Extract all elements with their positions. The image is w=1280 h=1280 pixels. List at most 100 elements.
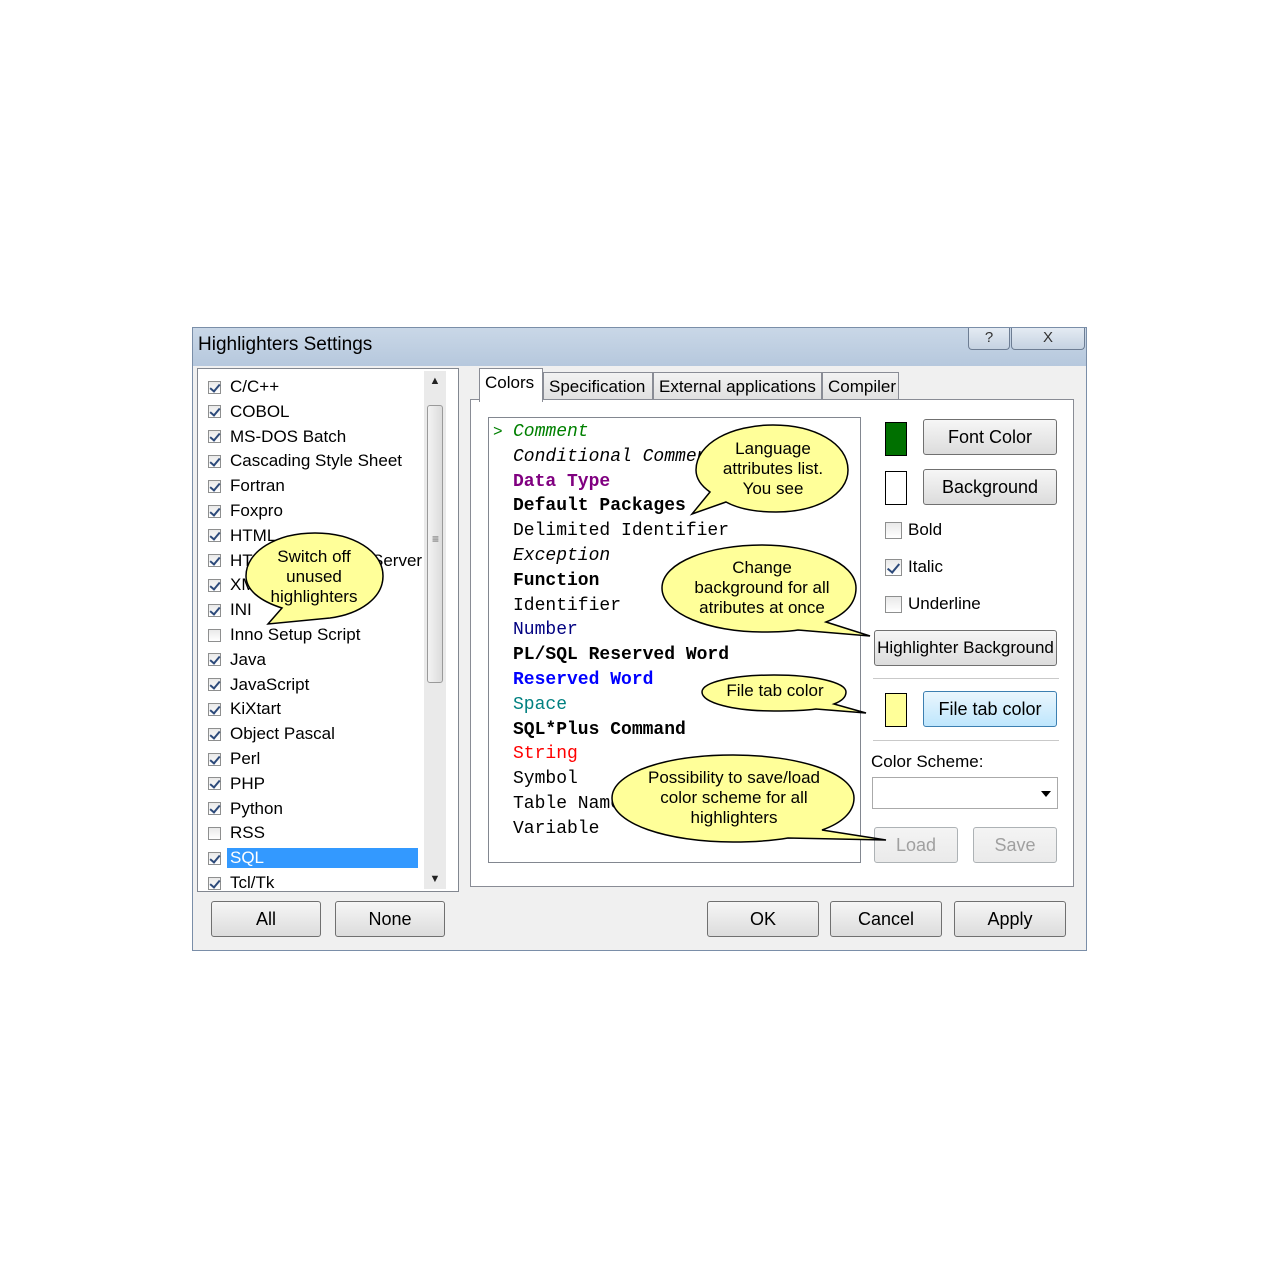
language-checkbox[interactable] (208, 529, 221, 543)
underline-checkbox[interactable]: Underline (885, 594, 981, 614)
close-button[interactable]: X (1011, 328, 1085, 350)
language-checkbox[interactable] (208, 454, 221, 468)
attribute-item[interactable]: SQL*Plus Command (513, 720, 686, 740)
language-checkbox[interactable] (208, 826, 221, 840)
language-item[interactable]: Object Pascal (208, 722, 338, 746)
language-checkbox[interactable] (208, 653, 221, 667)
language-item[interactable]: RSS (208, 821, 268, 845)
language-checkbox[interactable] (208, 851, 221, 865)
language-checkbox[interactable] (208, 603, 221, 617)
tab-compiler[interactable]: Compiler (822, 372, 899, 400)
language-checkbox[interactable] (208, 554, 221, 568)
language-checkbox[interactable] (208, 777, 221, 791)
attribute-item[interactable]: Comment (513, 422, 589, 442)
attribute-item[interactable]: Variable (513, 819, 599, 839)
italic-label: Italic (908, 557, 943, 576)
attribute-item[interactable]: Number (513, 620, 578, 640)
language-label: Foxpro (230, 501, 283, 520)
language-label: C/C++ (230, 377, 280, 396)
underline-checkbox-box[interactable] (885, 595, 902, 613)
bold-checkbox[interactable]: Bold (885, 520, 942, 540)
attribute-item[interactable]: Identifier (513, 596, 621, 616)
scroll-down-arrow-icon[interactable]: ▼ (424, 869, 446, 889)
language-item[interactable]: Fortran (208, 474, 288, 498)
callout-switch-off: Switch off unused highlighters (240, 530, 390, 630)
language-checkbox[interactable] (208, 876, 221, 890)
language-label: Fortran (230, 476, 285, 496)
language-label: COBOL (230, 401, 290, 421)
attribute-item[interactable]: Space (513, 695, 567, 715)
language-list[interactable]: C/C++ COBOL MS-DOS Batch Cascading Style Sh… (197, 368, 459, 892)
attribute-item[interactable]: Data Type (513, 472, 610, 492)
callout-line: Switch off (277, 547, 351, 566)
apply-button[interactable]: Apply (954, 901, 1066, 937)
language-label: KiXtart (230, 699, 282, 719)
attribute-item[interactable]: Reserved Word (513, 670, 653, 690)
language-item[interactable]: KiXtart (208, 697, 284, 721)
language-item[interactable]: Foxpro (208, 499, 286, 523)
language-label: Java (230, 649, 266, 669)
language-item[interactable]: Tcl/Tk (208, 871, 277, 891)
ok-button[interactable]: OK (707, 901, 819, 937)
callout-line: attributes list. (722, 459, 824, 478)
attribute-item[interactable]: String (513, 744, 578, 764)
tab-specification[interactable]: Specification (543, 372, 653, 400)
language-item[interactable]: Python (208, 797, 286, 821)
tab-colors[interactable]: Colors (479, 368, 543, 402)
language-label: PHP (230, 773, 265, 793)
save-button[interactable]: Save (973, 827, 1057, 863)
language-checkbox[interactable] (208, 702, 221, 716)
language-checkbox[interactable] (208, 405, 221, 419)
background-button[interactable]: Background (923, 469, 1057, 505)
language-checkbox[interactable] (208, 380, 221, 394)
all-button[interactable]: All (211, 901, 321, 937)
language-label: RSS (230, 823, 265, 843)
help-button[interactable]: ? (968, 328, 1010, 350)
language-checkbox[interactable] (208, 628, 221, 642)
language-item[interactable]: MS-DOS Batch (208, 425, 349, 449)
scrollbar-thumb[interactable]: ≡ (427, 405, 443, 683)
italic-checkbox[interactable]: Italic (885, 557, 943, 577)
language-item[interactable]: PHP (208, 772, 268, 796)
callout-change-background: Change background for all atributes at o… (658, 542, 871, 638)
language-checkbox[interactable] (208, 678, 221, 692)
tab-external-applications[interactable]: External applications (653, 372, 822, 400)
language-item[interactable]: COBOL (208, 400, 293, 424)
separator (873, 678, 1059, 680)
font-color-button[interactable]: Font Color (923, 419, 1057, 455)
callout-line: highlighters (270, 587, 358, 606)
callout-line: highlighters (690, 808, 778, 827)
language-item[interactable]: JavaScript (208, 673, 312, 697)
language-checkbox[interactable] (208, 802, 221, 816)
language-checkbox[interactable] (208, 752, 221, 766)
language-item[interactable]: Java (208, 648, 269, 672)
attribute-item[interactable]: Symbol (513, 769, 578, 789)
attribute-item[interactable]: Exception (513, 546, 610, 566)
attribute-item[interactable]: PL/SQL Reserved Word (513, 645, 729, 665)
language-item[interactable]: Cascading Style Sheet (208, 449, 405, 473)
attribute-item[interactable]: Delimited Identifier (513, 521, 729, 541)
language-checkbox[interactable] (208, 479, 221, 493)
callout-line: Possibility to save/load (648, 768, 820, 787)
bold-checkbox-box[interactable] (885, 521, 902, 539)
highlighter-background-button[interactable]: Highlighter Background (874, 630, 1057, 666)
file-tab-color-button[interactable]: File tab color (923, 691, 1057, 727)
language-item[interactable]: Perl (208, 747, 263, 771)
language-checkbox[interactable] (208, 727, 221, 741)
italic-checkbox-box[interactable] (885, 558, 902, 576)
language-checkbox[interactable] (208, 578, 221, 592)
scroll-up-arrow-icon[interactable]: ▲ (424, 371, 446, 391)
cancel-button[interactable]: Cancel (830, 901, 942, 937)
attribute-item[interactable]: Function (513, 571, 599, 591)
language-item[interactable]: C/C++ (208, 375, 282, 399)
attribute-item[interactable]: Default Packages (513, 496, 686, 516)
language-item[interactable]: SQL (208, 846, 418, 870)
color-scheme-select[interactable] (872, 777, 1058, 809)
language-list-scrollbar[interactable]: ▲ ≡ ▼ (424, 371, 446, 889)
language-checkbox[interactable] (208, 430, 221, 444)
language-label: SQL (227, 848, 418, 869)
callout-line: atributes at once (699, 598, 825, 617)
attribute-item[interactable]: Table Name (513, 794, 621, 814)
none-button[interactable]: None (335, 901, 445, 937)
language-checkbox[interactable] (208, 504, 221, 518)
